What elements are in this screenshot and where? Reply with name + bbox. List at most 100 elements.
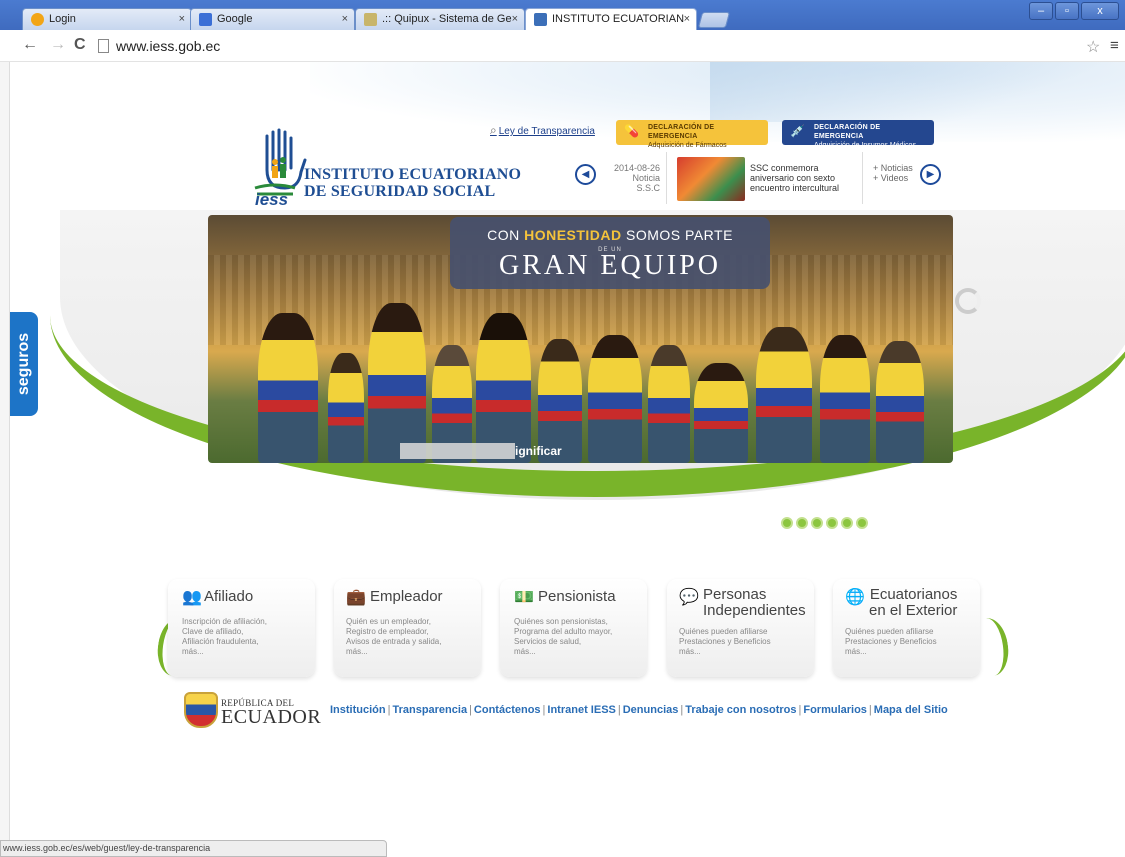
news-prev-icon[interactable]: ◀ [575, 164, 596, 185]
institution-name-line1: INSTITUTO ECUATORIANO [304, 166, 522, 183]
card-link[interactable]: Registro de empleador, [346, 627, 441, 637]
footer-link-trabaje[interactable]: Trabaje con nosotros [685, 704, 796, 716]
news-meta: 2014-08-26 Noticia S.S.C [604, 163, 660, 193]
card-link[interactable]: Quién es un empleador, [346, 617, 441, 627]
minimize-button[interactable]: – [1029, 2, 1053, 20]
hero-slogan-post: SOMOS PARTE [621, 227, 733, 243]
footer-link-mapa[interactable]: Mapa del Sitio [874, 704, 948, 716]
card-link[interactable]: Clave de afiliado, [182, 627, 267, 637]
close-tab-icon[interactable]: × [179, 9, 185, 30]
footer-link-denuncias[interactable]: Denuncias [623, 704, 679, 716]
card-link[interactable]: Programa del adulto mayor, [514, 627, 612, 637]
footer-link-contactenos[interactable]: Contáctenos [474, 704, 541, 716]
slide-dot[interactable] [856, 517, 868, 529]
quipux-favicon-icon [364, 13, 377, 26]
tab-google[interactable]: Google × [190, 8, 355, 30]
person-figure [328, 353, 364, 463]
news-divider [666, 152, 667, 204]
new-tab-button[interactable] [697, 12, 731, 28]
header-background-accent [710, 62, 1125, 122]
more-news-link[interactable]: + Noticias [873, 163, 913, 173]
tab-iess[interactable]: INSTITUTO ECUATORIAN × [525, 8, 697, 31]
google-favicon-icon [199, 13, 212, 26]
footer-link-institucion[interactable]: Institución [330, 704, 386, 716]
tab-title: .:: Quipux - Sistema de Ge [382, 13, 512, 25]
more-videos-link[interactable]: + Videos [873, 173, 913, 183]
institution-name[interactable]: INSTITUTO ECUATORIANO DE SEGURIDAD SOCIA… [304, 166, 521, 200]
ecuador-coat-of-arms-icon [184, 692, 218, 728]
card-link[interactable]: Avisos de entrada y salida, [346, 637, 441, 647]
hero-caption-text: ignificar [515, 444, 562, 458]
close-tab-icon[interactable]: × [342, 9, 348, 30]
card-title-line2: Independientes [703, 602, 806, 619]
card-link[interactable]: Quiénes pueden afiliarse [845, 627, 937, 637]
news-thumbnail[interactable] [677, 157, 745, 201]
footer-link-intranet[interactable]: Intranet IESS [547, 704, 615, 716]
address-bar[interactable]: www.iess.gob.ec [96, 35, 1086, 57]
briefcase-icon: 💼 [346, 589, 366, 606]
bookmark-star-icon[interactable]: ☆ [1086, 37, 1100, 57]
iess-favicon-icon [534, 13, 547, 26]
slide-dot[interactable] [796, 517, 808, 529]
menu-icon[interactable]: ≡ [1110, 37, 1119, 54]
card-more-link[interactable]: más... [845, 647, 937, 657]
maximize-button[interactable]: ▫ [1055, 2, 1079, 20]
card-more-link[interactable]: más... [679, 647, 771, 657]
news-headline[interactable]: SSC conmemora aniversario con sexto encu… [750, 163, 860, 193]
news-divider [862, 152, 863, 204]
card-empleador[interactable]: 💼 Empleador Quién es un empleador, Regis… [334, 579, 481, 677]
card-link[interactable]: Inscripción de afiliación, [182, 617, 267, 627]
slide-dot[interactable] [841, 517, 853, 529]
news-headline-line: encuentro intercultural [750, 183, 840, 193]
card-more-link[interactable]: más... [182, 647, 267, 657]
link-separator: | [798, 704, 802, 716]
emergency-farmacos-button[interactable]: 💊 DECLARACIÓN DE EMERGENCIA Adquisición … [616, 120, 768, 149]
tab-quipux[interactable]: .:: Quipux - Sistema de Ge × [355, 8, 525, 30]
card-personas-independientes[interactable]: 💬 Personas Independientes Quiénes pueden… [667, 579, 814, 677]
card-afiliado[interactable]: 👥 Afiliado Inscripción de afiliación, Cl… [168, 579, 315, 677]
slide-dot[interactable] [826, 517, 838, 529]
card-description: Quiénes pueden afiliarse Prestaciones y … [845, 627, 937, 657]
card-link[interactable]: Prestaciones y Beneficios [679, 637, 771, 647]
close-tab-icon[interactable]: × [512, 9, 518, 30]
reload-icon[interactable]: C [74, 36, 86, 54]
footer-links: Institución | Transparencia | Contáctenos | In… [330, 704, 948, 716]
card-ecuatorianos-exterior[interactable]: 🌐 Ecuatorianos en el Exterior Quiénes pu… [833, 579, 980, 677]
close-window-button[interactable]: x [1081, 2, 1119, 20]
close-tab-icon[interactable]: × [684, 9, 690, 30]
hero-caption-bar [400, 443, 515, 459]
seguros-side-tab[interactable]: seguros [10, 312, 38, 416]
address-bar-url: www.iess.gob.ec [116, 38, 221, 54]
ley-transparencia-link[interactable]: ⌕ Ley de Transparencia [490, 123, 595, 138]
person-figure [368, 303, 426, 463]
card-link[interactable]: Afiliación fraudulenta, [182, 637, 267, 647]
link-separator: | [387, 704, 391, 716]
card-link[interactable]: Quiénes pueden afiliarse [679, 627, 771, 637]
card-link[interactable]: Servicios de salud, [514, 637, 612, 647]
footer-link-formularios[interactable]: Formularios [803, 704, 867, 716]
back-arrow-icon[interactable]: ← [22, 36, 38, 54]
slide-dot[interactable] [811, 517, 823, 529]
link-separator: | [680, 704, 684, 716]
tab-login[interactable]: Login × [22, 8, 192, 30]
card-pensionista[interactable]: 💵 Pensionista Quiénes son pensionistas, … [500, 579, 647, 677]
tab-title: Google [217, 13, 253, 25]
card-more-link[interactable]: más... [514, 647, 612, 657]
card-link[interactable]: Prestaciones y Beneficios [845, 637, 937, 647]
left-edge [0, 62, 10, 857]
hero-crowd-photo [248, 275, 948, 463]
people-icon: 👥 [182, 589, 202, 606]
card-description: Quién es un empleador, Registro de emple… [346, 617, 441, 657]
emergency-insumos-button[interactable]: 💉 DECLARACIÓN DE EMERGENCIA Adquisición … [782, 120, 934, 149]
forward-arrow-icon[interactable]: → [50, 36, 66, 54]
link-separator: | [542, 704, 546, 716]
news-source: S.S.C [636, 183, 660, 193]
card-more-link[interactable]: más... [346, 647, 441, 657]
globe-icon: 🌐 [845, 589, 865, 606]
news-next-icon[interactable]: ▶ [920, 164, 941, 185]
card-link[interactable]: Quiénes son pensionistas, [514, 617, 612, 627]
news-headline-line: SSC conmemora [750, 163, 819, 173]
news-type: Noticia [632, 173, 660, 183]
slide-dot[interactable] [781, 517, 793, 529]
footer-link-transparencia[interactable]: Transparencia [392, 704, 467, 716]
